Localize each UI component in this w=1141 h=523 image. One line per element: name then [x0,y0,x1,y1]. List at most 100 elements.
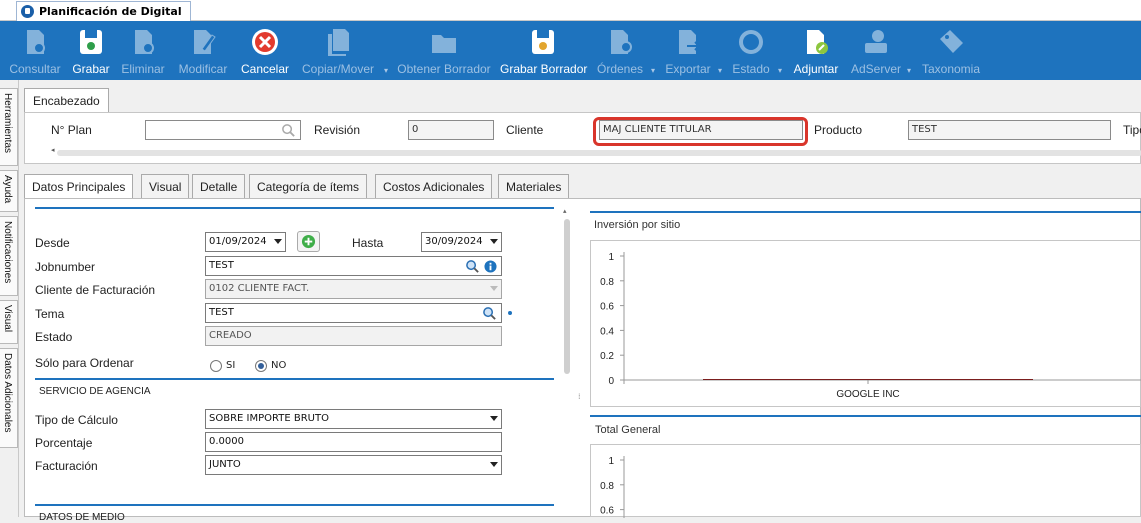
scrollbar-thumb[interactable] [564,219,570,374]
side-tab-herramientas[interactable]: Herramientas [0,88,18,166]
y-tick-label: 1 [608,456,614,467]
chart-title-total: Total General [595,424,661,436]
copy-icon [328,29,349,56]
export-dropdown-icon[interactable]: ▾ [718,66,724,75]
header-scrollbar[interactable]: ◂ [51,146,1141,156]
estado-field[interactable]: CREADO [205,326,502,346]
consult-icon [27,30,45,54]
taxonomy-button[interactable]: Taxonomia [920,21,982,80]
get-draft-button[interactable]: Obtener Borrador [396,21,492,80]
side-tab-notificaciones[interactable]: Notificaciones [0,216,18,296]
consult-label: Consultar [9,62,61,76]
facturacion-label: Facturación [35,459,98,473]
desde-date-picker[interactable]: 01/09/2024 [205,232,286,252]
tipo-calculo-select[interactable]: SOBRE IMPORTE BRUTO [205,409,502,429]
save-draft-button[interactable]: Grabar Borrador [500,21,588,80]
side-tab-visual[interactable]: Visual [0,300,18,344]
y-tick-label: 0.8 [600,277,614,288]
orders-dropdown-icon[interactable]: ▾ [651,66,657,75]
side-tab-ayuda[interactable]: Ayuda [0,170,18,212]
side-tab-label: Visual [2,305,13,333]
edit-button[interactable]: Modificar [174,21,232,80]
tipo-label: Tipo [1123,123,1141,137]
delete-label: Eliminar [121,62,165,76]
y-tick-label: 0.6 [600,302,614,313]
attach-button[interactable]: Adjuntar [790,21,842,80]
jobnumber-input[interactable]: TEST [205,256,502,276]
jobnumber-label: Jobnumber [35,260,96,274]
y-tick-label: 0.8 [600,481,614,492]
tag-icon [940,30,963,53]
y-tick-label: 0 [608,376,614,387]
cancel-label: Cancelar [240,62,290,76]
tab-categoria-items[interactable]: Categoría de ítems [249,174,368,199]
adserver-dropdown-icon[interactable]: ▾ [907,66,913,75]
y-tick-label: 0.4 [600,326,614,337]
add-date-button[interactable] [297,231,320,252]
adserver-label: AdServer [850,62,902,76]
side-tab-datos-adicionales[interactable]: Datos Adicionales [0,348,18,448]
app-logo-icon [21,5,34,18]
scroll-left-icon[interactable]: ◂ [51,146,55,154]
scroll-up-icon[interactable]: ▴ [563,207,567,215]
consult-button[interactable]: Consultar [8,21,62,80]
tab-visual[interactable]: Visual [141,174,190,199]
y-tick-label: 0.2 [600,351,614,362]
estado-label: Estado [35,330,73,344]
facturacion-select[interactable]: JUNTO [205,455,502,475]
orders-button[interactable]: Órdenes [594,21,646,80]
tipo-calculo-value: SOBRE IMPORTE BRUTO [209,413,329,424]
desde-label: Desde [35,236,70,250]
side-tabs: Herramientas Ayuda Notificaciones Visual… [0,80,19,517]
search-icon[interactable] [465,259,480,274]
export-button[interactable]: Exportar [662,21,714,80]
desde-value: 01/09/2024 [209,236,267,247]
chevron-down-icon [274,239,282,244]
side-tab-label: Ayuda [2,175,13,204]
cancel-button[interactable]: Cancelar [238,21,292,80]
splitter-handle[interactable]: ⁞ [578,393,582,407]
plan-input[interactable] [145,120,301,140]
tab-datos-principales[interactable]: Datos Principales [24,174,134,200]
cliente-label: Cliente [506,123,544,137]
cliente-facturacion-label: Cliente de Facturación [35,283,156,297]
delete-icon [135,30,154,54]
orders-label: Órdenes [596,62,644,76]
porcentaje-input[interactable]: 0.0000 [205,432,502,452]
orders-icon [611,30,632,54]
adserver-button[interactable]: AdServer [850,21,902,80]
solo-ordenar-label: Sólo para Ordenar [35,356,134,370]
status-button[interactable]: Estado [728,21,774,80]
tab-materiales[interactable]: Materiales [498,174,570,199]
save-button[interactable]: Grabar [66,21,116,80]
hasta-date-picker[interactable]: 30/09/2024 [421,232,502,252]
cliente-facturacion-select[interactable]: 0102 CLIENTE FACT. [205,279,502,299]
tema-value: TEST [209,307,234,318]
chart-svg-total: 1 0.8 0.6 [600,456,625,523]
tema-label: Tema [35,307,65,321]
info-icon[interactable] [484,260,497,273]
search-icon[interactable] [281,123,296,138]
status-dropdown-icon[interactable]: ▾ [778,66,784,75]
jobnumber-value: TEST [209,260,234,271]
tab-costos-adicionales[interactable]: Costos Adicionales [375,174,493,199]
tab-detalle[interactable]: Detalle [192,174,246,199]
hasta-value: 30/09/2024 [425,236,483,247]
tab-encabezado[interactable]: Encabezado [24,88,109,113]
facturacion-value: JUNTO [209,459,241,470]
delete-button[interactable]: Eliminar [118,21,168,80]
copy-move-dropdown-icon[interactable]: ▾ [384,66,390,75]
radio-si[interactable] [210,360,222,372]
radio-no[interactable] [255,360,267,372]
save-draft-label: Grabar Borrador [500,62,588,76]
window-tab[interactable]: Planificación de Digital [16,1,191,21]
medio-section-title: DATOS DE MEDIO [39,512,125,523]
search-icon[interactable] [482,306,497,321]
plan-label: N° Plan [51,123,92,137]
copy-move-button[interactable]: Copiar/Mover [298,21,378,80]
form-scrollbar[interactable]: ▴ [562,207,572,517]
producto-field[interactable]: TEST [908,120,1111,140]
tema-input[interactable]: TEST [205,303,502,323]
revision-field[interactable]: 0 [408,120,494,140]
side-tab-label: Notificaciones [2,221,13,284]
